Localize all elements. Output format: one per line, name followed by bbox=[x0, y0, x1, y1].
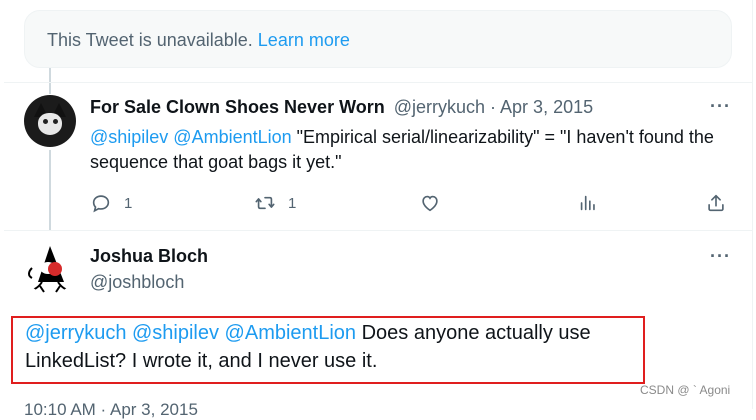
avatar[interactable] bbox=[24, 95, 76, 147]
column-border bbox=[752, 0, 753, 409]
unavailable-text: This Tweet is unavailable. bbox=[47, 30, 253, 50]
mention-links[interactable]: @jerrykuch @shipilev @AmbientLion bbox=[25, 322, 356, 344]
divider bbox=[4, 82, 752, 83]
views-icon bbox=[580, 195, 595, 211]
reply-icon bbox=[92, 195, 110, 213]
more-options-icon[interactable]: ··· bbox=[710, 96, 731, 117]
tweet-text: @jerrykuch @shipilev @AmbientLion Does a… bbox=[25, 319, 645, 375]
like-icon bbox=[422, 195, 438, 212]
display-name[interactable]: For Sale Clown Shoes Never Worn bbox=[90, 97, 385, 117]
views-button[interactable] bbox=[577, 192, 599, 214]
tweet-header: For Sale Clown Shoes Never Worn @jerryku… bbox=[90, 97, 593, 118]
share-button[interactable] bbox=[705, 192, 727, 214]
thread-line bbox=[49, 68, 51, 94]
divider bbox=[4, 230, 752, 231]
handle[interactable]: @joshbloch bbox=[90, 272, 184, 293]
tweet-timestamp[interactable]: 10:10 AM · Apr 3, 2015 bbox=[24, 400, 198, 420]
retweet-icon bbox=[255, 196, 275, 210]
reply-count: 1 bbox=[124, 194, 133, 212]
share-icon bbox=[708, 194, 724, 212]
display-name[interactable]: Joshua Bloch bbox=[90, 246, 208, 267]
tweet-text: @shipilev @AmbientLion "Empirical serial… bbox=[90, 125, 740, 175]
reply-button[interactable]: 1 bbox=[90, 192, 132, 214]
thread-line bbox=[49, 150, 51, 230]
mention-links[interactable]: @shipilev @AmbientLion bbox=[90, 127, 292, 147]
watermark: CSDN @ ` Agoni bbox=[640, 383, 731, 397]
handle-and-date[interactable]: @jerrykuch · Apr 3, 2015 bbox=[394, 97, 593, 117]
like-button[interactable] bbox=[419, 192, 441, 214]
duke-mascot-icon bbox=[28, 246, 71, 293]
retweet-button[interactable]: 1 bbox=[254, 192, 296, 214]
unavailable-tweet-notice: This Tweet is unavailable. Learn more bbox=[24, 10, 732, 68]
learn-more-link[interactable]: Learn more bbox=[258, 30, 350, 50]
avatar[interactable] bbox=[24, 242, 76, 294]
more-options-icon[interactable]: ··· bbox=[710, 246, 731, 267]
retweet-count: 1 bbox=[288, 194, 297, 212]
